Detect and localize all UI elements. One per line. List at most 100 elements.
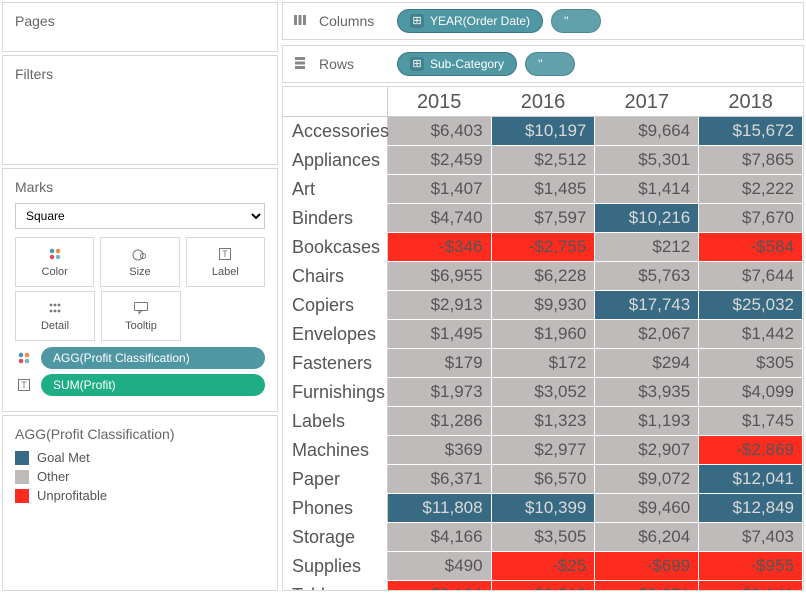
filters-shelf[interactable]: Filters xyxy=(2,55,278,165)
row-header[interactable]: Phones xyxy=(284,494,388,523)
data-cell[interactable]: $6,228 xyxy=(491,262,595,291)
data-cell[interactable]: $25,032 xyxy=(699,291,803,320)
row-header[interactable]: Supplies xyxy=(284,552,388,581)
data-cell[interactable]: $17,743 xyxy=(595,291,699,320)
data-cell[interactable]: -$3,510 xyxy=(491,581,595,592)
mark-type-dropdown[interactable]: ☐ Square xyxy=(15,203,265,229)
data-cell[interactable]: $1,442 xyxy=(699,320,803,349)
data-cell[interactable]: $3,052 xyxy=(491,378,595,407)
row-header[interactable]: Machines xyxy=(284,436,388,465)
data-cell[interactable]: $9,072 xyxy=(595,465,699,494)
data-cell[interactable]: $2,459 xyxy=(387,146,491,175)
marks-size-button[interactable]: Size xyxy=(100,237,179,287)
data-cell[interactable]: $12,041 xyxy=(699,465,803,494)
data-cell[interactable]: $15,672 xyxy=(699,117,803,146)
data-cell[interactable]: -$699 xyxy=(595,552,699,581)
data-cell[interactable]: $294 xyxy=(595,349,699,378)
legend-item[interactable]: Unprofitable xyxy=(15,488,265,503)
data-cell[interactable]: -$2,869 xyxy=(699,436,803,465)
row-header[interactable]: Tables xyxy=(284,581,388,592)
expand-icon[interactable]: ⊞ xyxy=(410,14,424,28)
rows-shelf[interactable]: Rows ⊞ Sub-Category '' xyxy=(282,45,804,83)
expand-icon[interactable]: ⊞ xyxy=(410,57,424,71)
data-cell[interactable]: $1,973 xyxy=(387,378,491,407)
row-header[interactable]: Furnishings xyxy=(284,378,388,407)
data-cell[interactable]: -$584 xyxy=(699,233,803,262)
data-cell[interactable]: $5,301 xyxy=(595,146,699,175)
data-cell[interactable]: $1,960 xyxy=(491,320,595,349)
row-header[interactable]: Labels xyxy=(284,407,388,436)
legend-item[interactable]: Goal Met xyxy=(15,450,265,465)
data-cell[interactable]: -$955 xyxy=(699,552,803,581)
data-cell[interactable]: $305 xyxy=(699,349,803,378)
data-cell[interactable]: $1,193 xyxy=(595,407,699,436)
column-header[interactable]: 2017 xyxy=(595,88,699,117)
data-cell[interactable]: $2,907 xyxy=(595,436,699,465)
marks-label-button[interactable]: T Label xyxy=(186,237,265,287)
data-cell[interactable]: $369 xyxy=(387,436,491,465)
marks-pill-agg[interactable]: AGG(Profit Classification) xyxy=(41,347,265,369)
data-cell[interactable]: -$2,951 xyxy=(595,581,699,592)
columns-pill-stub[interactable]: '' xyxy=(551,9,601,33)
row-header[interactable]: Chairs xyxy=(284,262,388,291)
marks-detail-button[interactable]: Detail xyxy=(15,291,95,341)
rows-pill-stub[interactable]: '' xyxy=(525,52,575,76)
data-cell[interactable]: $9,930 xyxy=(491,291,595,320)
data-cell[interactable]: $172 xyxy=(491,349,595,378)
data-cell[interactable]: $6,204 xyxy=(595,523,699,552)
data-cell[interactable]: $6,570 xyxy=(491,465,595,494)
data-cell[interactable]: $2,977 xyxy=(491,436,595,465)
data-cell[interactable]: $7,670 xyxy=(699,204,803,233)
data-cell[interactable]: $2,512 xyxy=(491,146,595,175)
data-cell[interactable]: $212 xyxy=(595,233,699,262)
data-cell[interactable]: $1,495 xyxy=(387,320,491,349)
rows-pill-subcategory[interactable]: ⊞ Sub-Category xyxy=(397,52,517,76)
data-cell[interactable]: $1,407 xyxy=(387,175,491,204)
data-cell[interactable]: $7,644 xyxy=(699,262,803,291)
data-cell[interactable]: $2,913 xyxy=(387,291,491,320)
data-cell[interactable]: $11,808 xyxy=(387,494,491,523)
data-cell[interactable]: $2,222 xyxy=(699,175,803,204)
data-cell[interactable]: $7,597 xyxy=(491,204,595,233)
column-header[interactable]: 2016 xyxy=(491,88,595,117)
data-cell[interactable]: $7,865 xyxy=(699,146,803,175)
data-cell[interactable]: $5,763 xyxy=(595,262,699,291)
data-cell[interactable]: $1,485 xyxy=(491,175,595,204)
data-cell[interactable]: $6,371 xyxy=(387,465,491,494)
data-cell[interactable]: $1,414 xyxy=(595,175,699,204)
data-cell[interactable]: $12,849 xyxy=(699,494,803,523)
data-cell[interactable]: -$8,141 xyxy=(699,581,803,592)
columns-pill-year[interactable]: ⊞ YEAR(Order Date) xyxy=(397,9,543,33)
crosstab-view[interactable]: 2015201620172018 Accessories$6,403$10,19… xyxy=(282,86,804,591)
marks-color-button[interactable]: Color xyxy=(15,237,94,287)
row-header[interactable]: Art xyxy=(284,175,388,204)
row-header[interactable]: Envelopes xyxy=(284,320,388,349)
data-cell[interactable]: $490 xyxy=(387,552,491,581)
data-cell[interactable]: $10,216 xyxy=(595,204,699,233)
data-cell[interactable]: $1,745 xyxy=(699,407,803,436)
data-cell[interactable]: $4,166 xyxy=(387,523,491,552)
marks-pill-sum[interactable]: SUM(Profit) xyxy=(41,374,265,396)
row-header[interactable]: Binders xyxy=(284,204,388,233)
data-cell[interactable]: $2,067 xyxy=(595,320,699,349)
column-header[interactable]: 2015 xyxy=(387,88,491,117)
data-cell[interactable]: $3,935 xyxy=(595,378,699,407)
data-cell[interactable]: $6,403 xyxy=(387,117,491,146)
data-cell[interactable]: -$3,124 xyxy=(387,581,491,592)
data-cell[interactable]: $6,955 xyxy=(387,262,491,291)
data-cell[interactable]: -$2,755 xyxy=(491,233,595,262)
data-cell[interactable]: $10,399 xyxy=(491,494,595,523)
data-cell[interactable]: $7,403 xyxy=(699,523,803,552)
data-cell[interactable]: $1,323 xyxy=(491,407,595,436)
row-header[interactable]: Fasteners xyxy=(284,349,388,378)
row-header[interactable]: Paper xyxy=(284,465,388,494)
columns-shelf[interactable]: Columns ⊞ YEAR(Order Date) '' xyxy=(282,2,804,40)
row-header[interactable]: Copiers xyxy=(284,291,388,320)
data-cell[interactable]: $4,740 xyxy=(387,204,491,233)
data-cell[interactable]: -$346 xyxy=(387,233,491,262)
row-header[interactable]: Bookcases xyxy=(284,233,388,262)
data-cell[interactable]: $179 xyxy=(387,349,491,378)
row-header[interactable]: Storage xyxy=(284,523,388,552)
marks-tooltip-button[interactable]: Tooltip xyxy=(101,291,181,341)
data-cell[interactable]: $9,460 xyxy=(595,494,699,523)
